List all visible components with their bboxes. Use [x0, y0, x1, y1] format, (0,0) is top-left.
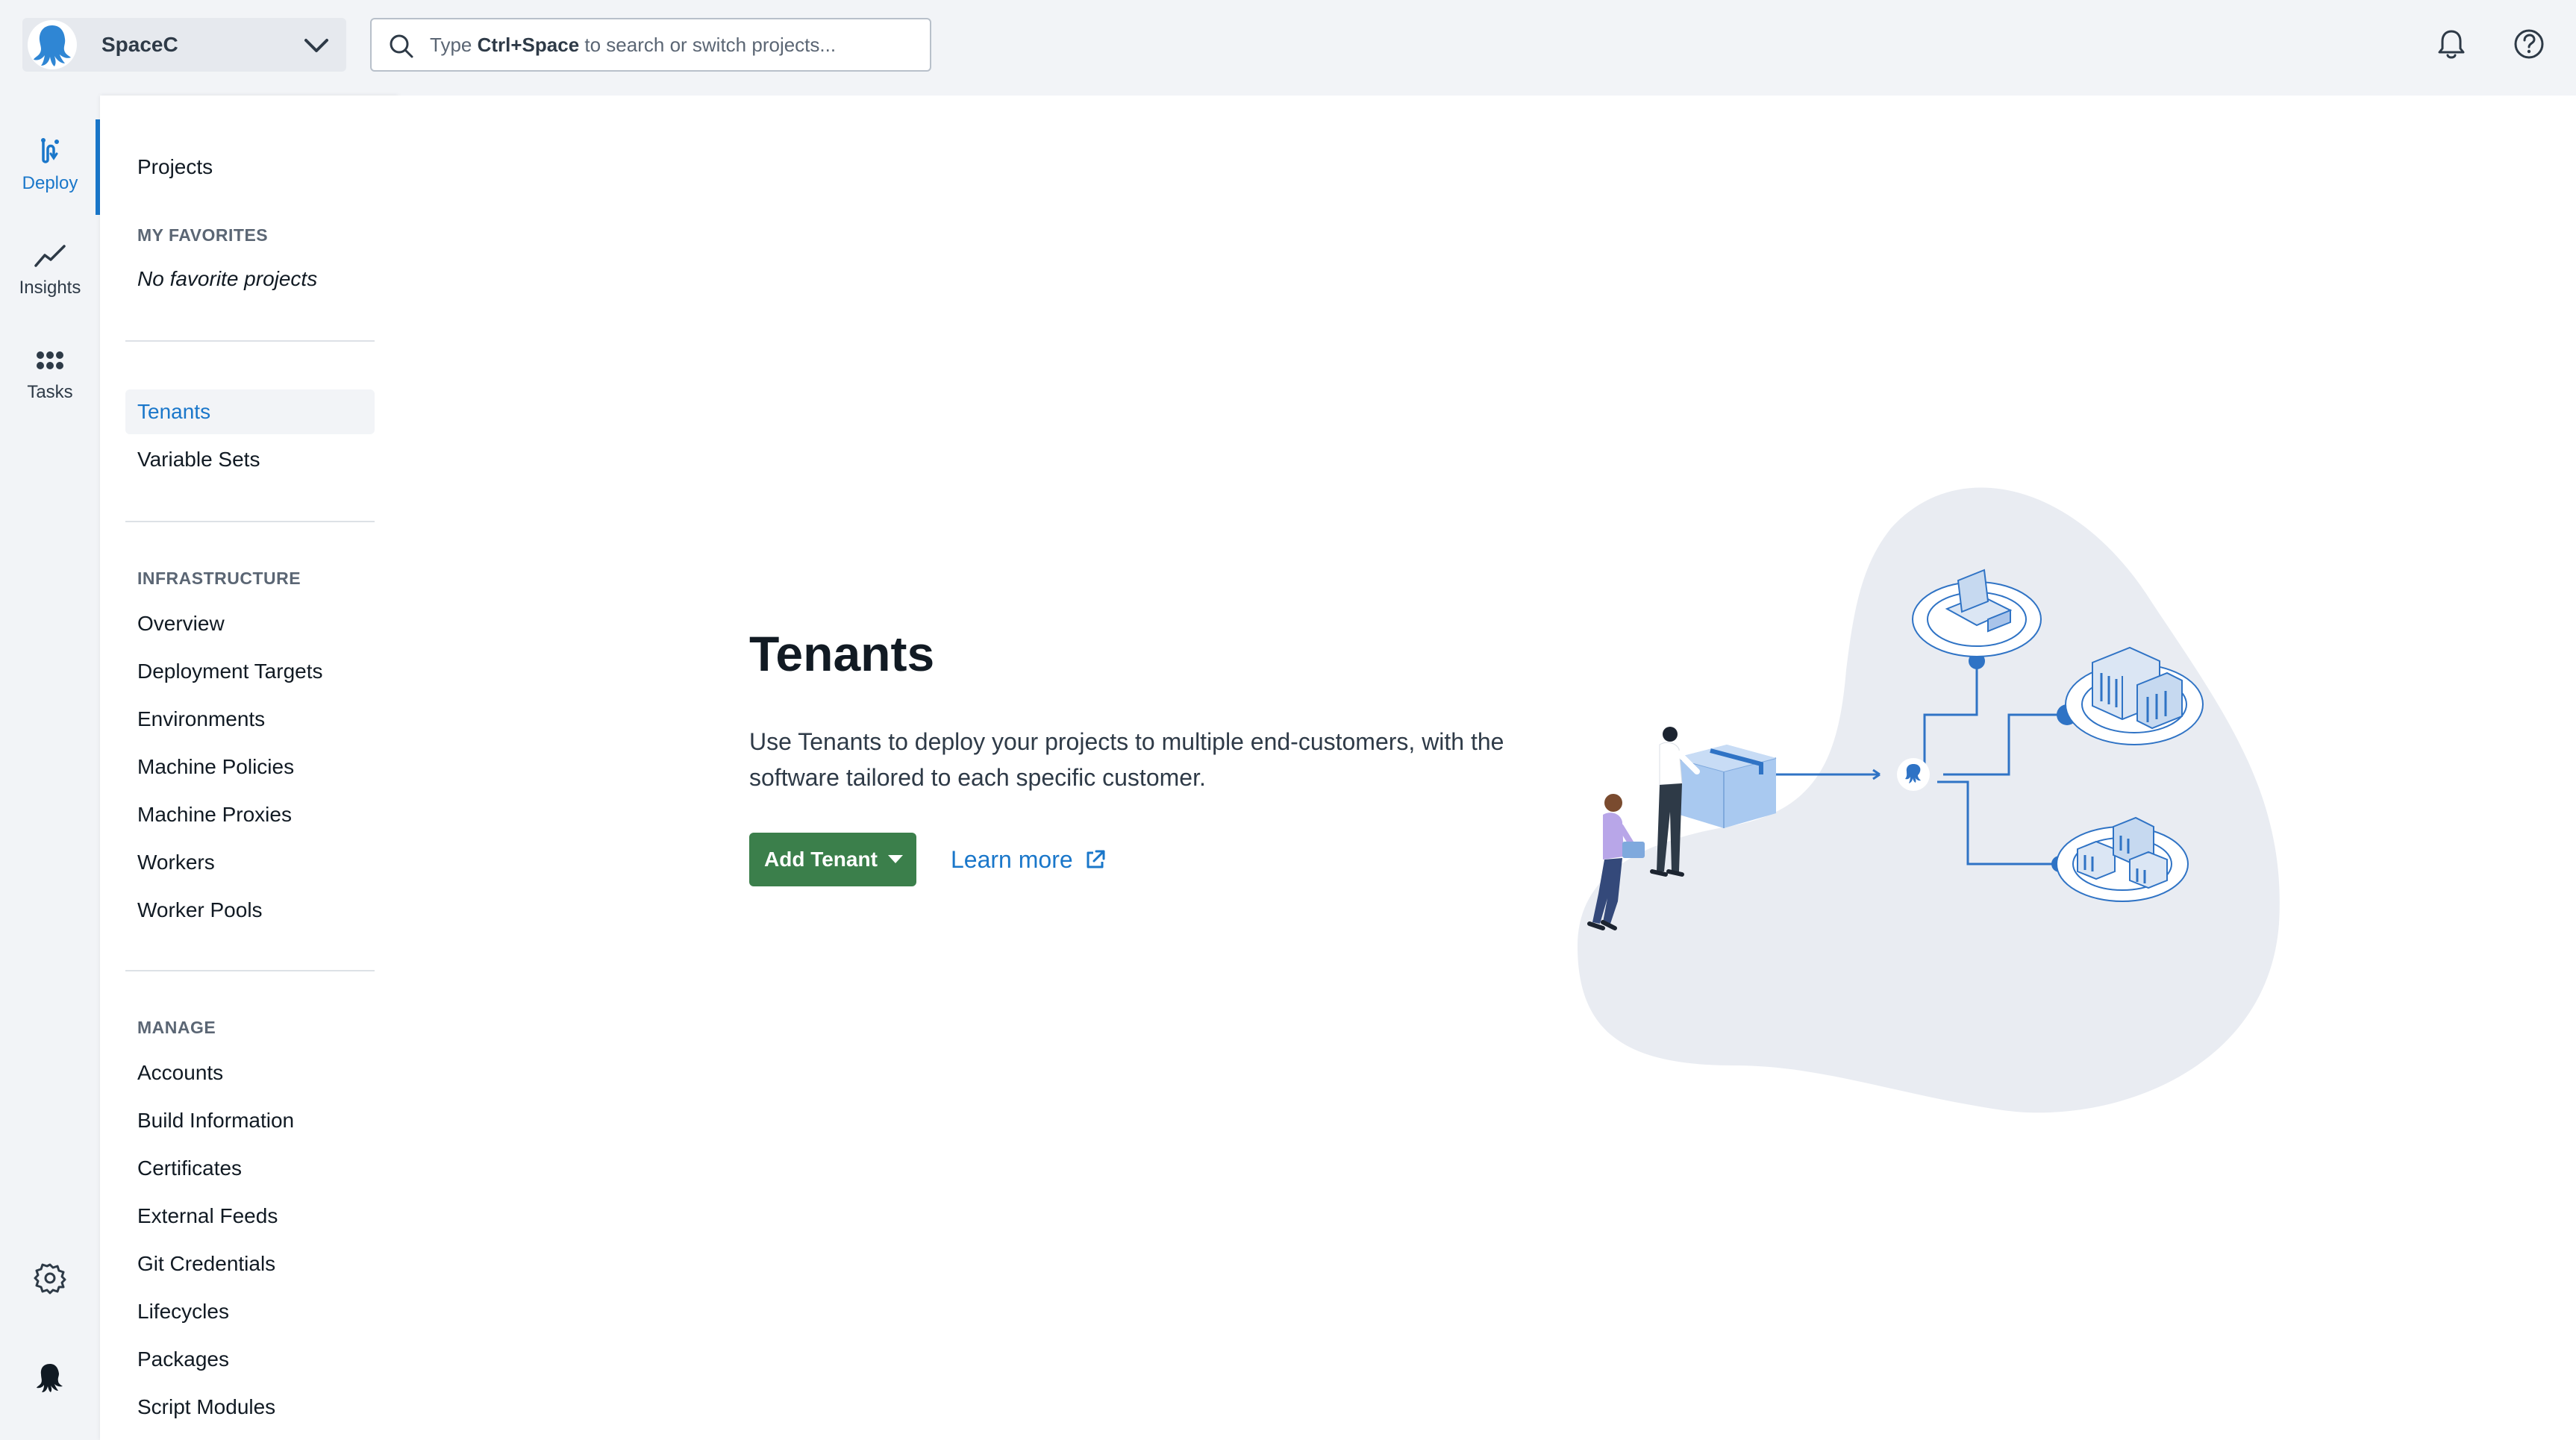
rail-item-insights[interactable]: Insights [0, 224, 100, 319]
nav-link-script-modules[interactable]: Script Modules [137, 1385, 275, 1430]
caret-down-icon[interactable] [888, 855, 903, 863]
left-rail: Deploy Insights Tasks [0, 96, 100, 1440]
no-favorites-text: No favorite projects [137, 267, 318, 290]
nav-link-variable-sets[interactable]: Variable Sets [137, 437, 260, 482]
rail-item-label: Deploy [22, 173, 78, 193]
tasks-icon [37, 351, 63, 369]
nav-link-machine-policies[interactable]: Machine Policies [137, 745, 294, 789]
external-link-icon [1087, 850, 1105, 868]
nav-link-workers[interactable]: Workers [137, 840, 215, 885]
nav-link-overview[interactable]: Overview [137, 601, 225, 646]
nav-link-external-feeds[interactable]: External Feeds [137, 1194, 278, 1239]
space-switcher[interactable]: SpaceC [22, 18, 346, 72]
chevron-down-icon [304, 39, 328, 52]
nav-link-packages[interactable]: Packages [137, 1337, 229, 1382]
manage-heading: MANAGE [137, 1018, 216, 1037]
nav-divider [125, 340, 375, 342]
top-bar: SpaceC Type Ctrl+Space to search or swit… [0, 0, 2576, 96]
insights-icon [34, 245, 66, 267]
help-icon[interactable] [2512, 27, 2546, 61]
learn-more-link[interactable]: Learn more [951, 833, 1107, 886]
nav-link-git-credentials[interactable]: Git Credentials [137, 1242, 275, 1286]
rail-item-label: Insights [19, 278, 81, 298]
nav-divider [125, 521, 375, 522]
nav-link-lifecycles[interactable]: Lifecycles [137, 1289, 229, 1334]
nav-link-projects[interactable]: Projects [137, 145, 213, 190]
infrastructure-heading: INFRASTRUCTURE [137, 569, 301, 588]
page-title: Tenants [749, 626, 935, 681]
favorites-heading: MY FAVORITES [137, 225, 269, 245]
nav-divider [125, 970, 375, 971]
add-tenant-button[interactable]: Add Tenant [749, 833, 916, 886]
search-placeholder: Type Ctrl+Space to search or switch proj… [430, 34, 837, 56]
user-avatar-icon[interactable] [33, 1361, 67, 1395]
tenants-illustration [1578, 487, 2280, 1113]
octopus-logo-icon [28, 20, 77, 69]
search-input[interactable]: Type Ctrl+Space to search or switch proj… [370, 18, 931, 72]
rail-item-label: Tasks [27, 382, 73, 402]
rail-item-deploy[interactable]: Deploy [0, 119, 100, 215]
nav-link-environments[interactable]: Environments [137, 697, 265, 742]
space-name: SpaceC [101, 33, 178, 56]
nav-link-worker-pools[interactable]: Worker Pools [137, 888, 263, 933]
nav-link-certificates[interactable]: Certificates [137, 1146, 242, 1191]
gear-icon[interactable] [33, 1261, 67, 1295]
search-icon [390, 34, 413, 58]
nav-link-tenants[interactable]: Tenants [125, 389, 375, 434]
nav-link-deployment-targets[interactable]: Deployment Targets [137, 649, 323, 694]
nav-link-machine-proxies[interactable]: Machine Proxies [137, 792, 292, 837]
rail-item-tasks[interactable]: Tasks [0, 328, 100, 424]
main-content: Tenants Use Tenants to deploy your proje… [398, 96, 2576, 1440]
add-tenant-label: Add Tenant [764, 848, 878, 871]
page-description: Use Tenants to deploy your projects to m… [749, 728, 1504, 791]
learn-more-label: Learn more [951, 846, 1073, 873]
package-box-icon [1674, 745, 1777, 828]
bell-icon[interactable] [2434, 27, 2469, 61]
side-nav: Projects MY FAVORITES No favorite projec… [100, 96, 398, 1440]
nav-link-accounts[interactable]: Accounts [137, 1051, 223, 1095]
deploy-icon [41, 138, 59, 163]
nav-link-build-information[interactable]: Build Information [137, 1098, 294, 1143]
